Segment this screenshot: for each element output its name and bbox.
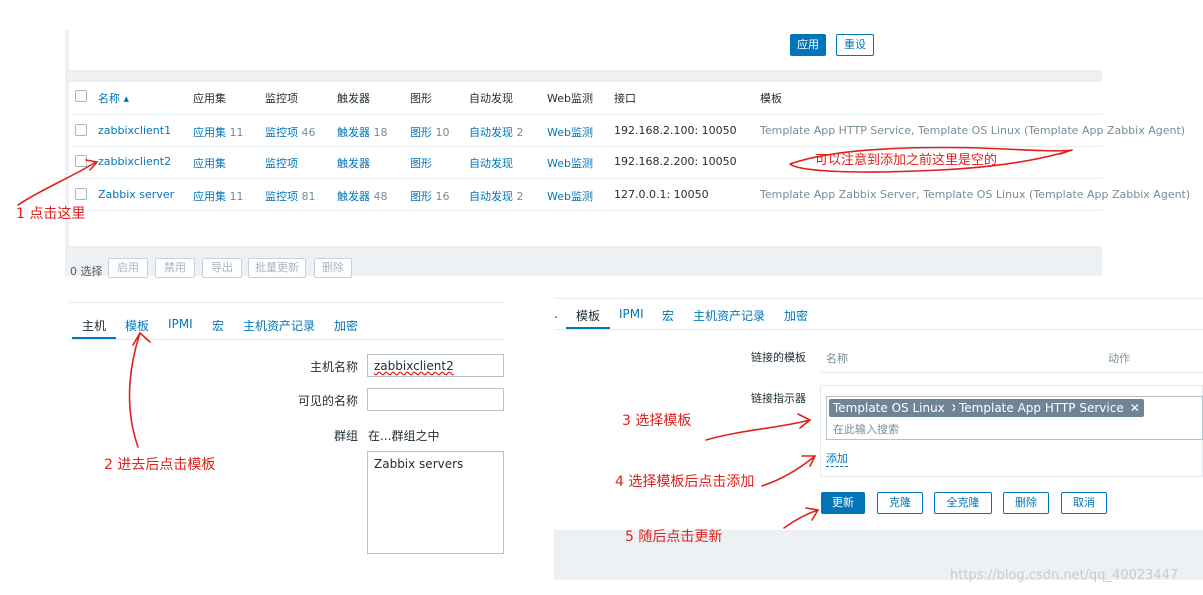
annotation-step-3: 3 选择模板 bbox=[622, 413, 692, 429]
annotation-empty-note: 可以注意到添加之前这里是空的 bbox=[815, 153, 998, 168]
annotation-strokes bbox=[17, 146, 1073, 529]
arrow-4 bbox=[761, 455, 817, 487]
annotation-step-2: 2 进去后点击模板 bbox=[104, 457, 216, 473]
arrow-2 bbox=[128, 331, 151, 448]
annotation-step-4: 4 选择模板后点击添加 bbox=[615, 474, 755, 490]
annotation-step-5: 5 随后点击更新 bbox=[625, 529, 723, 545]
arrow-3 bbox=[705, 413, 812, 441]
arrow-1 bbox=[17, 159, 99, 206]
annotation-step-1: 1 点击这里 bbox=[16, 206, 86, 222]
arrow-5 bbox=[783, 507, 820, 529]
watermark: https://blog.csdn.net/qq_40023447 bbox=[950, 568, 1179, 583]
